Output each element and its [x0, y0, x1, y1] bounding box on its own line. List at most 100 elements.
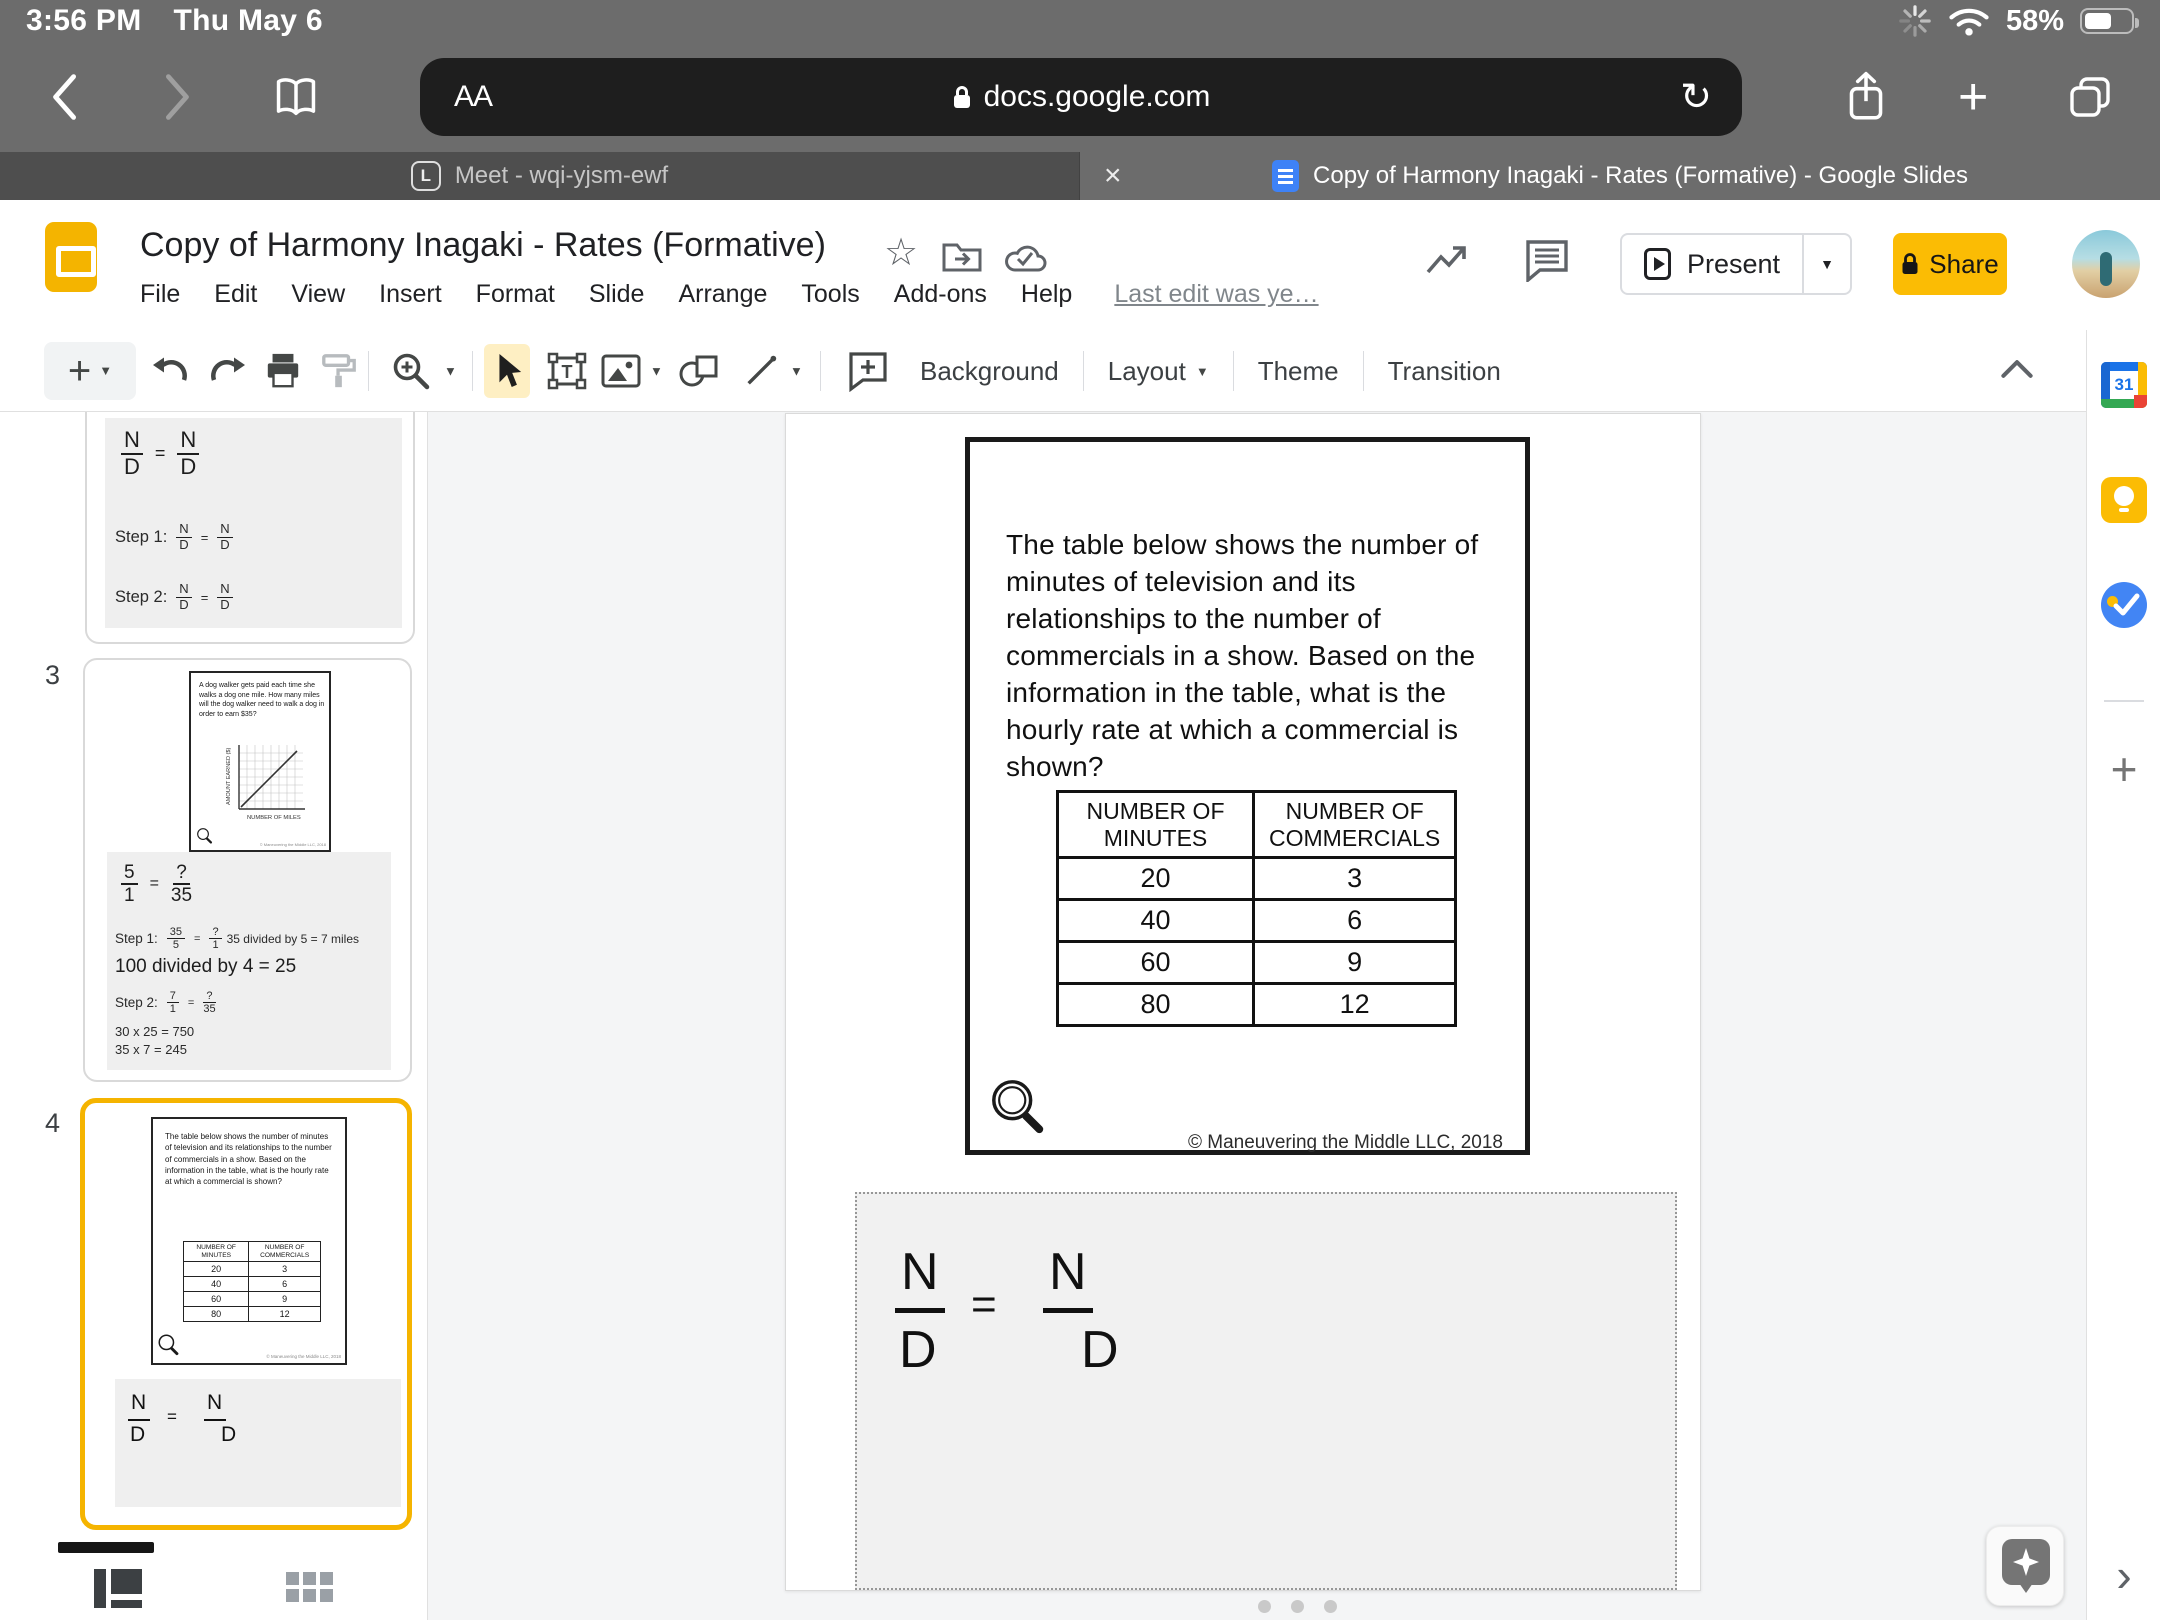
insert-line-button[interactable]: [742, 352, 780, 390]
step-label: Step 1:: [115, 528, 167, 547]
status-bar: 3:56 PM Thu May 6: [0, 0, 2160, 42]
back-button[interactable]: [48, 73, 80, 121]
menu-insert[interactable]: Insert: [379, 280, 442, 309]
move-folder-icon[interactable]: [942, 240, 982, 272]
keep-app-button[interactable]: [2101, 477, 2147, 523]
text-box-button[interactable]: T: [546, 351, 588, 391]
menu-help[interactable]: Help: [1021, 280, 1072, 309]
zoom-caret-icon[interactable]: ▼: [444, 363, 457, 378]
menu-slide[interactable]: Slide: [589, 280, 645, 309]
slide-2-thumbnail[interactable]: ND = ND Step 1: ND = ND Step 2: ND =: [85, 412, 415, 644]
insert-shape-button[interactable]: [678, 352, 720, 390]
explore-bubble: [2002, 1539, 2050, 1585]
print-button[interactable]: [264, 352, 302, 390]
star-icon[interactable]: ☆: [884, 234, 918, 272]
new-slide-plus-icon: +: [68, 351, 91, 391]
document-title[interactable]: Copy of Harmony Inagaki - Rates (Formati…: [140, 226, 826, 265]
new-tab-button[interactable]: +: [1958, 67, 1988, 127]
bookmarks-button[interactable]: [272, 75, 320, 119]
tab-slides-label: Copy of Harmony Inagaki - Rates (Formati…: [1313, 162, 1968, 190]
explore-button[interactable]: [1986, 1526, 2064, 1606]
menu-arrange[interactable]: Arrange: [678, 280, 767, 309]
magnifier-icon: [157, 1333, 181, 1357]
activity-icon[interactable]: [1424, 240, 1470, 280]
reader-mode-button[interactable]: AA: [454, 80, 492, 114]
line-caret-icon[interactable]: ▼: [790, 363, 803, 378]
tab-slides[interactable]: × Copy of Harmony Inagaki - Rates (Forma…: [1080, 152, 2160, 200]
slide-4-thumbnail-selected[interactable]: The table below shows the number of minu…: [80, 1098, 412, 1530]
menu-view[interactable]: View: [291, 280, 345, 309]
select-tool-button[interactable]: [484, 344, 530, 398]
filmstrip-view-button[interactable]: [94, 1569, 142, 1608]
menu-addons[interactable]: Add-ons: [894, 280, 987, 309]
menu-edit[interactable]: Edit: [214, 280, 257, 309]
sparkle-icon: [2013, 1548, 2039, 1576]
redo-button[interactable]: [208, 351, 248, 391]
calendar-app-button[interactable]: 31: [2101, 362, 2147, 408]
col-header-commercials: NUMBER OF COMMERCIALS: [1254, 792, 1456, 858]
slide-4-question: The table below shows the number of minu…: [165, 1131, 337, 1187]
table-row: 8012: [1058, 984, 1456, 1026]
paint-format-button[interactable]: [320, 352, 358, 390]
present-button[interactable]: Present: [1622, 235, 1802, 293]
last-edit-link[interactable]: Last edit was ye…: [1114, 280, 1318, 309]
address-bar[interactable]: AA docs.google.com ↻: [420, 58, 1742, 136]
image-caret-icon[interactable]: ▼: [650, 363, 663, 378]
add-addon-button[interactable]: +: [2087, 742, 2160, 796]
worksheet-image[interactable]: The table below shows the number of minu…: [965, 437, 1530, 1155]
background-button[interactable]: Background: [896, 330, 1083, 412]
rates-table: NUMBER OF MINUTES NUMBER OF COMMERCIALS …: [1056, 790, 1457, 1027]
grid-view-button[interactable]: [286, 1572, 333, 1604]
avatar[interactable]: [2072, 230, 2140, 298]
share-button[interactable]: Share: [1893, 233, 2007, 295]
step-label: Step 2:: [115, 588, 167, 607]
transition-button[interactable]: Transition: [1364, 330, 1525, 412]
slide-3-work-box: 51 = ?35 Step 1: 355 = ?1 35 divided by …: [107, 852, 391, 1070]
menu-bar: File Edit View Insert Format Slide Arran…: [140, 280, 1319, 309]
menu-tools[interactable]: Tools: [801, 280, 859, 309]
cloud-status-icon[interactable]: [1002, 242, 1048, 276]
toolbar-separator: [820, 351, 821, 391]
menu-file[interactable]: File: [140, 280, 180, 309]
theme-button[interactable]: Theme: [1234, 330, 1363, 412]
filmstrip-footer: [0, 1556, 427, 1620]
ipad-screen: 3:56 PM Thu May 6: [0, 0, 2160, 1620]
google-side-rail: 31 + ›: [2086, 330, 2160, 1620]
layout-caret-icon: ▼: [1196, 364, 1209, 379]
zoom-tool-button[interactable]: [390, 350, 432, 392]
present-dropdown[interactable]: ▼: [1802, 235, 1850, 293]
tab-overview-button[interactable]: [2066, 73, 2114, 121]
slide-pager-dots: [1258, 1600, 1337, 1613]
insert-image-button[interactable]: [600, 353, 642, 389]
share-sheet-button[interactable]: [1845, 70, 1887, 124]
slides-favicon: [1272, 160, 1299, 192]
slide-3-thumbnail[interactable]: A dog walker gets paid each time she wal…: [83, 658, 412, 1082]
tab-meet[interactable]: L Meet - wqi-yjsm-ewf: [0, 152, 1080, 200]
magnifier-icon: [196, 827, 214, 845]
slide-4-worksheet: The table below shows the number of minu…: [151, 1117, 347, 1365]
workspace: ND = ND Step 1: ND = ND Step 2: ND =: [0, 412, 2160, 1620]
menu-format[interactable]: Format: [476, 280, 555, 309]
collapse-toolbar-button[interactable]: [2000, 358, 2034, 380]
insert-comment-button[interactable]: [846, 350, 890, 392]
network-spinner-icon: [1898, 4, 1932, 38]
new-slide-button[interactable]: + ▼: [44, 342, 136, 400]
clock: 3:56 PM: [26, 4, 141, 38]
slide-3-question: A dog walker gets paid each time she wal…: [199, 681, 327, 719]
current-slide[interactable]: The table below shows the number of minu…: [785, 413, 1701, 1591]
reload-button[interactable]: ↻: [1680, 75, 1712, 120]
hide-rail-button[interactable]: ›: [2087, 1552, 2160, 1598]
close-tab-icon[interactable]: ×: [1104, 161, 1122, 191]
new-slide-caret-icon[interactable]: ▼: [99, 363, 112, 378]
toolbar-separator: [472, 351, 473, 391]
tasks-app-button[interactable]: [2101, 582, 2147, 628]
safari-chrome: 3:56 PM Thu May 6: [0, 0, 2160, 152]
slide-3-worksheet: A dog walker gets paid each time she wal…: [189, 671, 331, 852]
undo-button[interactable]: [150, 351, 190, 391]
google-slides-logo[interactable]: [45, 222, 97, 292]
forward-button[interactable]: [162, 73, 194, 121]
answer-text-box[interactable]: N D = N D: [855, 1192, 1677, 1590]
toolbar-text-buttons: Background Layout▼ Theme Transition: [896, 330, 1525, 412]
comment-history-icon[interactable]: [1524, 238, 1570, 282]
layout-button[interactable]: Layout▼: [1084, 330, 1233, 412]
